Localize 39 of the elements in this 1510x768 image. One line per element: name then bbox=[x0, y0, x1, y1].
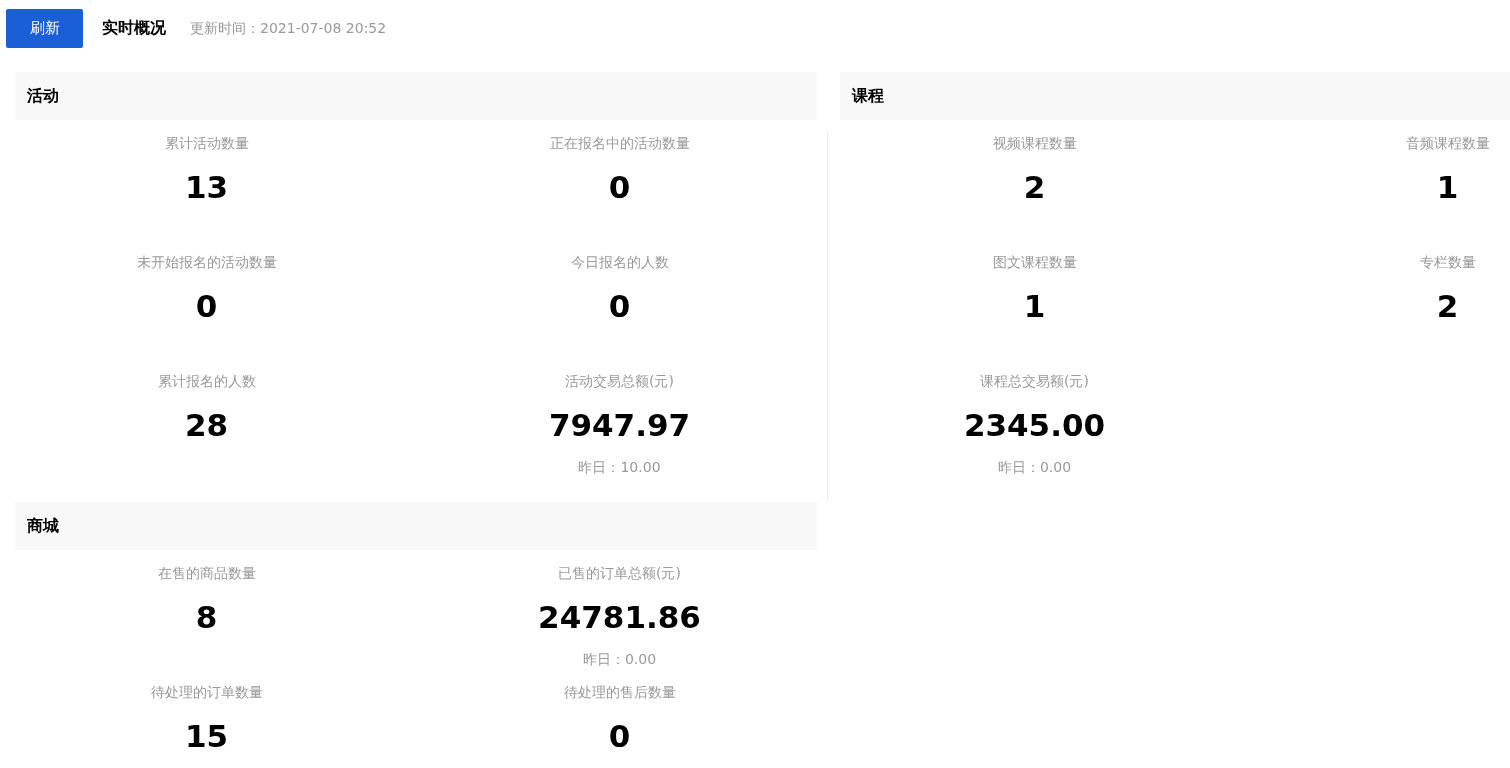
stat-label: 活动交易总额(元) bbox=[565, 372, 674, 390]
stat-label: 累计报名的人数 bbox=[157, 372, 256, 390]
stat-value: 0 bbox=[608, 717, 631, 756]
stat-label: 待处理的订单数量 bbox=[150, 683, 263, 701]
stat-label: 在售的商品数量 bbox=[157, 564, 256, 582]
stat-label: 课程总交易额(元) bbox=[980, 372, 1089, 390]
stat-label: 未开始报名的活动数量 bbox=[136, 253, 277, 271]
stat-label: 专栏数量 bbox=[1419, 253, 1476, 271]
section-header: 课程 bbox=[840, 72, 1510, 120]
stat-value: 24781.86 bbox=[538, 598, 701, 637]
stat-label: 累计活动数量 bbox=[164, 134, 249, 152]
stat-label: 待处理的售后数量 bbox=[563, 683, 676, 701]
yesterday-value: 昨日：0.00 bbox=[582, 650, 657, 668]
stat-label: 图文课程数量 bbox=[992, 253, 1077, 271]
section-header: 活动 bbox=[15, 72, 817, 120]
stat-value: 8 bbox=[195, 598, 218, 637]
stat-value: 0 bbox=[608, 168, 631, 207]
stat-label: 正在报名中的活动数量 bbox=[549, 134, 690, 152]
stat-label: 音频课程数量 bbox=[1405, 134, 1490, 152]
refresh-button[interactable]: 刷新 bbox=[6, 9, 83, 48]
stat-value: 1 bbox=[1023, 287, 1046, 326]
stat-value: 1 bbox=[1436, 168, 1459, 207]
yesterday-value: 昨日：0.00 bbox=[997, 458, 1072, 476]
yesterday-value: 昨日：10.00 bbox=[578, 458, 661, 476]
stat-value: 15 bbox=[184, 717, 229, 756]
update-time: 更新时间：2021-07-08 20:52 bbox=[190, 19, 387, 38]
stat-label: 已售的订单总额(元) bbox=[558, 564, 681, 582]
stat-value: 0 bbox=[195, 287, 218, 326]
stat-value: 2345.00 bbox=[963, 406, 1106, 445]
page-title: 实时概况 bbox=[102, 18, 166, 39]
stat-label: 今日报名的人数 bbox=[570, 253, 669, 271]
section-header: 商城 bbox=[15, 502, 817, 550]
stat-label: 视频课程数量 bbox=[992, 134, 1077, 152]
stat-value: 13 bbox=[184, 168, 229, 207]
stat-value: 2 bbox=[1023, 168, 1046, 207]
stat-value: 28 bbox=[184, 406, 229, 445]
stat-value: 7947.97 bbox=[548, 406, 691, 445]
stat-value: 0 bbox=[608, 287, 631, 326]
stat-value: 2 bbox=[1436, 287, 1459, 326]
